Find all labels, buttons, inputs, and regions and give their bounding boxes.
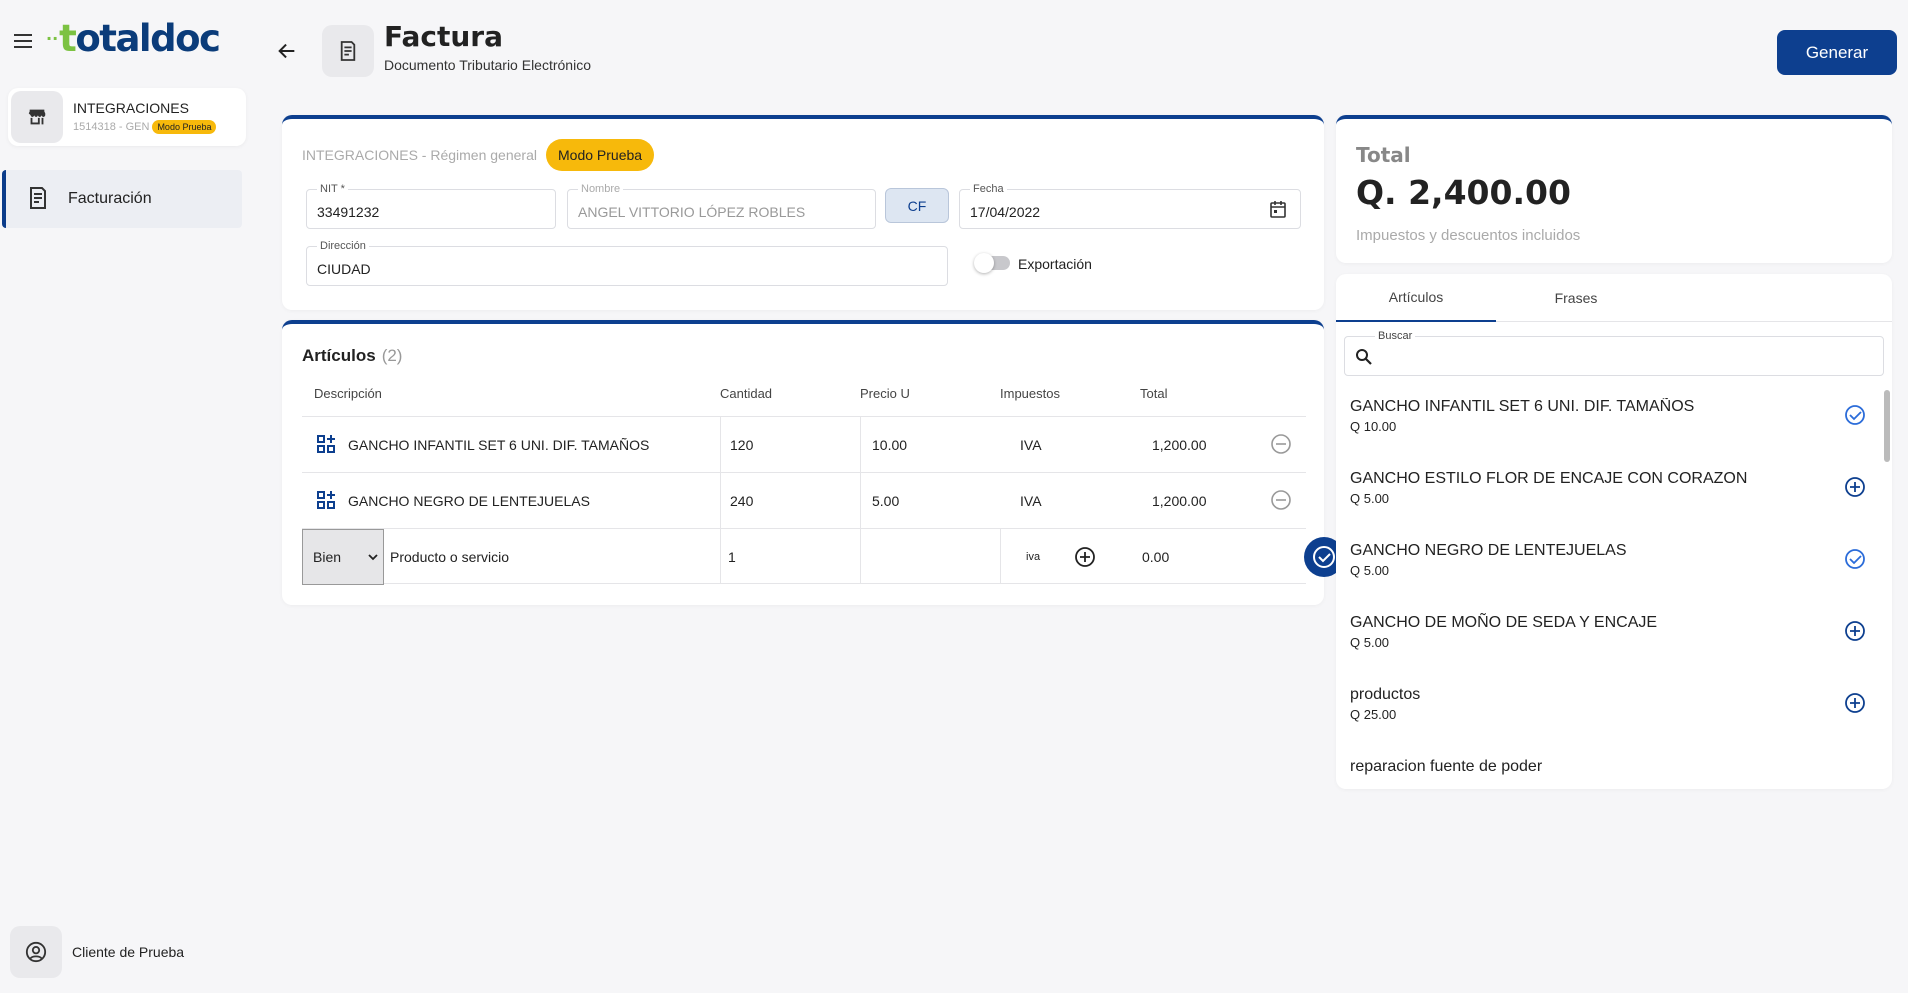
- new-tax-label: iva: [1026, 550, 1041, 563]
- exportacion-label: Exportación: [1018, 256, 1092, 272]
- exportacion-toggle[interactable]: [974, 253, 1010, 273]
- remove-circle-icon[interactable]: [1270, 433, 1292, 458]
- list-item[interactable]: productos Q 25.00: [1336, 686, 1876, 758]
- list-item[interactable]: GANCHO INFANTIL SET 6 UNI. DIF. TAMAÑOS …: [1336, 398, 1876, 470]
- new-price-input[interactable]: [872, 529, 1002, 584]
- user-name: Cliente de Prueba: [72, 944, 185, 960]
- company-selector[interactable]: INTEGRACIONES 1514318 - GEN Modo Prueba: [8, 88, 246, 146]
- nit-field[interactable]: NIT * 33491232: [306, 183, 556, 229]
- calendar-icon[interactable]: [1270, 200, 1286, 221]
- table-row[interactable]: GANCHO NEGRO DE LENTEJUELAS 240 5.00 IVA…: [302, 472, 1306, 528]
- row-description: GANCHO NEGRO DE LENTEJUELAS: [348, 492, 590, 509]
- search-input[interactable]: [1379, 343, 1869, 369]
- check-circle-icon[interactable]: [1844, 404, 1866, 429]
- column-header-precio: Precio U: [860, 386, 910, 401]
- sidebar-item-facturacion[interactable]: Facturación: [2, 170, 242, 228]
- company-id: 1514318 - GEN: [73, 121, 150, 133]
- store-icon: [11, 91, 63, 143]
- column-header-impuestos: Impuestos: [1000, 386, 1060, 401]
- fecha-field[interactable]: Fecha 17/04/2022: [959, 183, 1301, 229]
- totaldoc-logo: ·· t otaldoc: [46, 16, 221, 60]
- list-item[interactable]: GANCHO DE MOÑO DE SEDA Y ENCAJE Q 5.00: [1336, 614, 1876, 686]
- tab-frases[interactable]: Frases: [1496, 274, 1656, 322]
- product-list: GANCHO INFANTIL SET 6 UNI. DIF. TAMAÑOS …: [1336, 398, 1892, 778]
- company-name: INTEGRACIONES: [73, 100, 189, 116]
- page-subtitle: Documento Tributario Electrónico: [384, 57, 591, 73]
- tab-articulos[interactable]: Artículos: [1336, 274, 1496, 322]
- row-tax: IVA: [1020, 436, 1042, 453]
- items-card: Artículos (2) Descripción Cantidad Precio…: [282, 320, 1344, 605]
- page-title: Factura: [384, 20, 503, 53]
- add-circle-icon[interactable]: [1844, 692, 1866, 717]
- generate-button[interactable]: Generar: [1777, 30, 1897, 75]
- items-count: (2): [381, 346, 403, 365]
- mode-badge: Modo Prueba: [152, 120, 217, 134]
- table-row[interactable]: GANCHO INFANTIL SET 6 UNI. DIF. TAMAÑOS …: [302, 416, 1306, 472]
- grid-add-icon: [316, 490, 336, 513]
- column-header-cantidad: Cantidad: [720, 386, 773, 401]
- invoice-icon: [28, 186, 52, 212]
- menu-icon[interactable]: [14, 30, 38, 50]
- grid-add-icon: [316, 434, 336, 457]
- row-price[interactable]: 10.00: [872, 417, 907, 472]
- document-icon: [322, 25, 374, 77]
- add-circle-icon[interactable]: [1844, 476, 1866, 501]
- direccion-field[interactable]: Dirección CIUDAD: [306, 240, 948, 286]
- total-value: Q. 2,400.00: [1356, 173, 1571, 212]
- row-description: GANCHO INFANTIL SET 6 UNI. DIF. TAMAÑOS: [348, 436, 650, 453]
- total-label: Total: [1356, 143, 1411, 167]
- mode-badge: Modo Prueba: [546, 139, 655, 171]
- search-icon: [1355, 348, 1373, 369]
- total-note: Impuestos y descuentos incluidos: [1356, 227, 1581, 244]
- row-total: 1,200.00: [1152, 436, 1207, 453]
- cf-button[interactable]: CF: [885, 188, 949, 223]
- row-quantity[interactable]: 240: [730, 473, 753, 528]
- back-arrow-icon[interactable]: [276, 40, 300, 64]
- check-circle-icon[interactable]: [1844, 548, 1866, 573]
- regimen-label: INTEGRACIONES - Régimen general: [302, 147, 537, 163]
- item-type-select[interactable]: Bien: [302, 529, 384, 585]
- column-header-total: Total: [1140, 386, 1168, 401]
- add-circle-icon[interactable]: [1844, 620, 1866, 645]
- items-title: Artículos: [302, 346, 376, 365]
- nombre-field: Nombre ANGEL VITTORIO LÓPEZ ROBLES: [567, 183, 876, 229]
- sidebar-item-label: Facturación: [68, 190, 152, 207]
- remove-circle-icon[interactable]: [1270, 489, 1292, 514]
- new-total: 0.00: [1142, 548, 1170, 565]
- client-card: INTEGRACIONES - Régimen general Modo Pru…: [282, 115, 1324, 310]
- search-field[interactable]: Buscar: [1344, 330, 1884, 376]
- catalog-card: Artículos Frases Buscar GANCHO INFANTIL …: [1336, 274, 1892, 789]
- row-quantity[interactable]: 120: [730, 417, 753, 472]
- user-profile[interactable]: Cliente de Prueba: [10, 926, 184, 978]
- add-tax-icon[interactable]: [1074, 546, 1096, 571]
- product-input[interactable]: Producto o servicio: [390, 529, 509, 584]
- row-tax: IVA: [1020, 492, 1042, 509]
- list-item[interactable]: GANCHO ESTILO FLOR DE ENCAJE CON CORAZON…: [1336, 470, 1876, 542]
- new-item-row: Bien Producto o servicio 1 iva 0.00: [302, 528, 1344, 585]
- list-item[interactable]: reparacion fuente de poder: [1336, 758, 1876, 778]
- column-header-descripcion: Descripción: [314, 386, 382, 401]
- row-total: 1,200.00: [1152, 492, 1207, 509]
- chevron-down-icon: [367, 550, 379, 566]
- list-item[interactable]: GANCHO NEGRO DE LENTEJUELAS Q 5.00: [1336, 542, 1876, 614]
- total-card: Total Q. 2,400.00 Impuestos y descuentos…: [1336, 115, 1892, 263]
- row-price[interactable]: 5.00: [872, 473, 899, 528]
- account-circle-icon: [10, 926, 62, 978]
- new-quantity-input[interactable]: 1: [728, 529, 736, 584]
